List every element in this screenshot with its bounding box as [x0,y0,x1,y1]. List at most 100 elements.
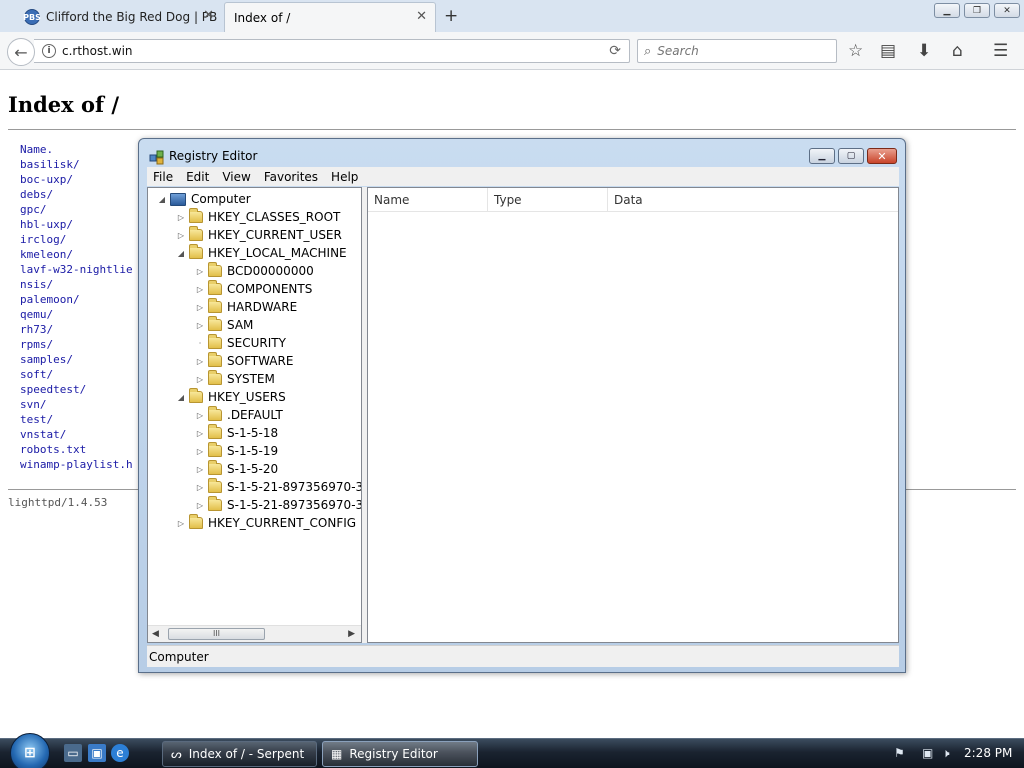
start-button[interactable]: ⊞ [10,733,50,768]
menu-file[interactable]: File [153,170,173,184]
tree-item-hkcu[interactable]: ▷ HKEY_CURRENT_USER [175,226,342,244]
tree-item-computer[interactable]: ◢ Computer [156,190,251,208]
expand-arrow-icon[interactable]: ▷ [175,231,187,240]
tree-item-hklm-child[interactable]: · SECURITY [194,334,286,352]
expand-arrow-icon[interactable]: ▷ [194,429,206,438]
tab-index-of[interactable]: Index of / ✕ [224,2,436,32]
expand-arrow-icon[interactable]: ▷ [194,285,206,294]
registry-tree[interactable]: ◢ Computer ▷ HKEY_CLASSES_ROOT ▷ HKEY_CU… [147,187,362,643]
expand-arrow-icon[interactable]: ▷ [194,465,206,474]
info-icon[interactable]: i [42,44,56,58]
download-arrow-icon[interactable]: ⬇ [917,41,931,61]
listing-item[interactable]: rh73/ [20,322,133,337]
tree-item-hklm-child[interactable]: ▷ SAM [194,316,253,334]
restore-button[interactable]: ❐ [964,3,990,18]
search-input[interactable] [657,44,808,58]
tab-clifford[interactable]: PBS Clifford the Big Red Dog | PB ✕ [6,2,222,32]
tree-item-hku-child[interactable]: ▷ .DEFAULT [194,406,283,424]
clock[interactable]: 2:28 PM [964,746,1012,760]
listing-item[interactable]: vnstat/ [20,427,133,442]
expand-arrow-icon[interactable]: ▷ [194,483,206,492]
scroll-left-arrow-icon[interactable]: ◀ [152,629,159,639]
listing-item[interactable]: basilisk/ [20,157,133,172]
tree-item-hklm-child[interactable]: ▷ BCD00000000 [194,262,314,280]
listing-item[interactable]: robots.txt [20,442,133,457]
url-bar[interactable]: i c.rthost.win ⟳ [34,39,630,63]
close-icon[interactable]: ✕ [203,9,214,23]
taskbar-item-registry-editor[interactable]: ▦ Registry Editor [322,741,478,767]
reload-icon[interactable]: ⟳ [609,43,621,59]
tree-item-hklm-child[interactable]: ▷ COMPONENTS [194,280,312,298]
listing-item[interactable]: kmeleon/ [20,247,133,262]
expand-arrow-icon[interactable]: ▷ [194,447,206,456]
column-header-name[interactable]: Name [368,188,488,212]
listing-item[interactable]: qemu/ [20,307,133,322]
search-box[interactable]: ⌕ [637,39,837,63]
expand-arrow-icon[interactable]: ▷ [175,519,187,528]
expand-arrow-icon[interactable]: ▷ [175,213,187,222]
tree-item-hku-child[interactable]: ▷ S-1-5-19 [194,442,278,460]
close-window-button[interactable]: ✕ [994,3,1020,18]
listing-item[interactable]: gpc/ [20,202,133,217]
menu-favorites[interactable]: Favorites [264,170,318,184]
listing-item[interactable]: rpms/ [20,337,133,352]
listing-item[interactable]: lavf-w32-nightlie [20,262,133,277]
menu-help[interactable]: Help [331,170,358,184]
listing-item[interactable]: speedtest/ [20,382,133,397]
close-button[interactable]: ✕ [867,148,897,164]
collapse-arrow-icon[interactable]: ◢ [156,195,168,204]
tree-item-hklm-child[interactable]: ▷ SYSTEM [194,370,275,388]
listing-item[interactable]: hbl-uxp/ [20,217,133,232]
scroll-thumb[interactable]: III [168,628,265,640]
network-icon[interactable]: ▣ [922,746,933,760]
scroll-right-arrow-icon[interactable]: ▶ [348,629,355,639]
column-header-name[interactable]: Name. [20,142,133,157]
back-arrow-icon[interactable]: ← [7,38,35,66]
menu-view[interactable]: View [222,170,250,184]
expand-arrow-icon[interactable]: ▷ [194,411,206,420]
expand-arrow-icon[interactable]: ▷ [194,375,206,384]
column-header-data[interactable]: Data [608,188,898,212]
column-header-type[interactable]: Type [488,188,608,212]
reading-list-icon[interactable]: ▤ [880,41,896,61]
expand-arrow-icon[interactable]: ▷ [194,321,206,330]
tree-item-hku-child[interactable]: ▷ S-1-5-21-897356970-3041 [194,478,361,496]
tree-item-hku[interactable]: ◢ HKEY_USERS [175,388,286,406]
expand-arrow-icon[interactable]: ▷ [194,501,206,510]
action-center-flag-icon[interactable]: ⚑ [894,746,905,760]
expand-arrow-icon[interactable]: ▷ [194,267,206,276]
new-tab-plus-icon[interactable]: + [444,6,458,26]
maximize-button[interactable]: ▢ [838,148,864,164]
taskbar-item-serpent[interactable]: ᔕ Index of / - Serpent [162,741,317,767]
home-icon[interactable]: ⌂ [952,41,963,61]
expand-arrow-icon[interactable]: ▷ [194,303,206,312]
collapse-arrow-icon[interactable]: ◢ [175,393,187,402]
listing-item[interactable]: irclog/ [20,232,133,247]
tree-item-hklm-child[interactable]: ▷ SOFTWARE [194,352,293,370]
expand-arrow-icon[interactable]: ▷ [194,357,206,366]
listing-item[interactable]: samples/ [20,352,133,367]
values-list[interactable]: Name Type Data [367,187,899,643]
url-text[interactable]: c.rthost.win [62,44,609,58]
tree-item-hkcc[interactable]: ▷ HKEY_CURRENT_CONFIG [175,514,356,532]
listing-item[interactable]: test/ [20,412,133,427]
switch-windows-icon[interactable]: ▣ [88,744,106,762]
minimize-button[interactable]: ▁ [809,148,835,164]
tree-item-hku-child[interactable]: ▷ S-1-5-20 [194,460,278,478]
tree-item-hku-child[interactable]: ▷ S-1-5-18 [194,424,278,442]
horizontal-scrollbar[interactable]: ◀ III ▶ [148,625,361,642]
tree-item-hkcr[interactable]: ▷ HKEY_CLASSES_ROOT [175,208,340,226]
internet-explorer-icon[interactable]: e [111,744,129,762]
listing-item[interactable]: winamp-playlist.h [20,457,133,472]
listing-item[interactable]: boc-uxp/ [20,172,133,187]
listing-item[interactable]: soft/ [20,367,133,382]
show-desktop-icon[interactable]: ▭ [64,744,82,762]
listing-item[interactable]: debs/ [20,187,133,202]
tree-item-hku-child[interactable]: ▷ S-1-5-21-897356970-3041 [194,496,361,514]
volume-muted-icon[interactable]: 🕨 [942,746,950,761]
tree-item-hklm[interactable]: ◢ HKEY_LOCAL_MACHINE [175,244,347,262]
listing-item[interactable]: nsis/ [20,277,133,292]
menu-edit[interactable]: Edit [186,170,209,184]
registry-editor-window[interactable]: Registry Editor ▁ ▢ ✕ File Edit View Fav… [138,138,906,673]
bookmark-star-icon[interactable]: ☆ [848,41,863,61]
